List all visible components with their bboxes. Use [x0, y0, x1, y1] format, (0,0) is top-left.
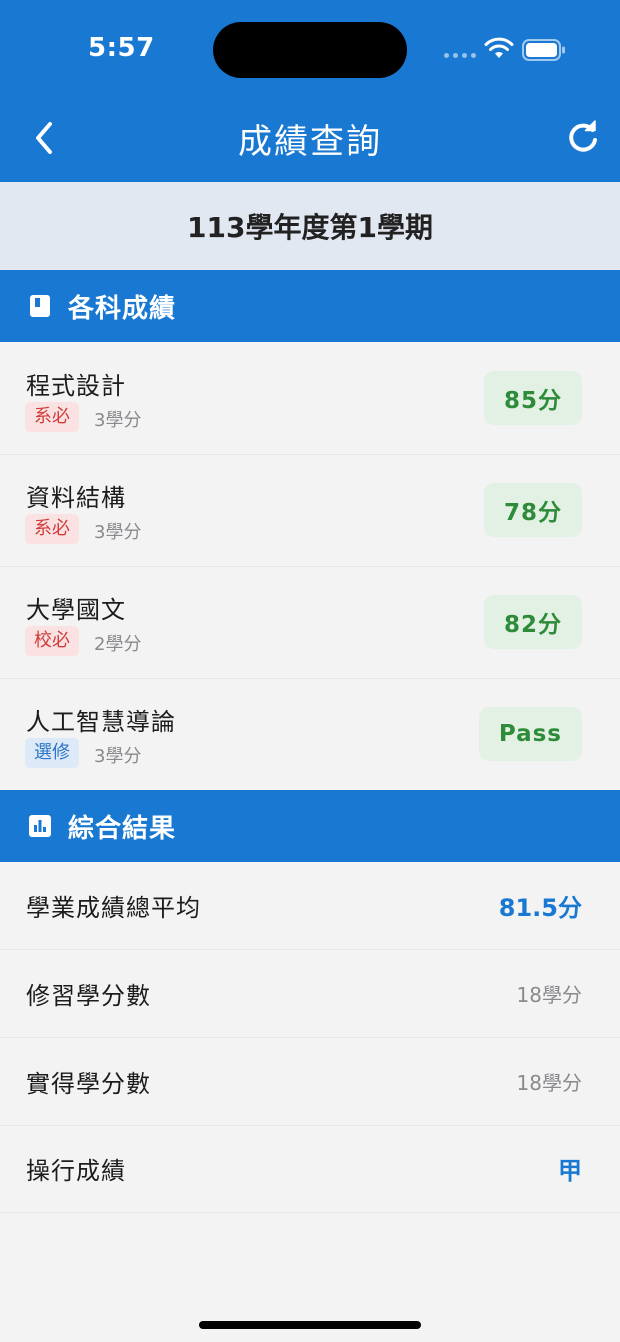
- course-row[interactable]: 大學國文 校必 2學分 82分: [0, 566, 620, 679]
- course-type-badge: 系必: [25, 514, 79, 544]
- summary-section-header: 綜合結果: [0, 790, 620, 862]
- refresh-icon[interactable]: [564, 118, 602, 158]
- course-name: 程式設計: [26, 372, 126, 400]
- section-title: 綜合結果: [68, 813, 177, 844]
- course-name: 資料結構: [26, 484, 126, 512]
- score-badge: 82分: [483, 595, 582, 649]
- course-type-badge: 系必: [25, 402, 79, 432]
- summary-row-conduct: 操行成績 甲: [0, 1125, 620, 1213]
- summary-value: 18學分: [516, 1071, 582, 1095]
- wifi-icon: [484, 37, 514, 58]
- signal-dots-icon: [444, 53, 476, 58]
- course-type-badge: 選修: [25, 738, 79, 768]
- summary-row-attempted-credits: 修習學分數 18學分: [0, 950, 620, 1038]
- status-time: 5:57: [88, 33, 155, 63]
- score-badge: Pass: [478, 707, 582, 761]
- course-row[interactable]: 程式設計 系必 3學分 85分: [0, 342, 620, 455]
- battery-icon: [522, 39, 565, 61]
- summary-label: 操行成績: [26, 1157, 126, 1185]
- course-credits: 3學分: [94, 746, 142, 767]
- score-badge: 78分: [483, 483, 582, 537]
- summary-value: 甲: [558, 1157, 582, 1185]
- page-title: 成績查詢: [238, 122, 382, 162]
- score-badge: 85分: [483, 371, 582, 425]
- summary-label: 學業成績總平均: [26, 894, 201, 922]
- app-header: 5:57 成績查詢: [0, 0, 620, 182]
- course-row[interactable]: 人工智慧導論 選修 3學分 Pass: [0, 678, 620, 790]
- courses-section-header: 各科成績: [0, 270, 620, 342]
- summary-row-average: 學業成績總平均 81.5分: [0, 862, 620, 950]
- course-credits: 2學分: [94, 634, 142, 655]
- book-icon: [30, 295, 50, 317]
- course-name: 大學國文: [26, 596, 126, 624]
- course-credits: 3學分: [94, 522, 142, 543]
- dynamic-island: [213, 22, 407, 78]
- home-indicator[interactable]: [199, 1321, 421, 1329]
- course-credits: 3學分: [94, 410, 142, 431]
- semester-bar: 113學年度第1學期: [0, 182, 620, 270]
- summary-value: 81.5分: [498, 894, 582, 922]
- course-name: 人工智慧導論: [26, 708, 176, 736]
- summary-label: 實得學分數: [26, 1070, 151, 1098]
- section-title: 各科成績: [68, 293, 177, 324]
- summary-row-earned-credits: 實得學分數 18學分: [0, 1038, 620, 1126]
- summary-label: 修習學分數: [26, 982, 151, 1010]
- course-type-badge: 校必: [25, 626, 79, 656]
- grades-screen: 5:57 成績查詢 113學年度第1學期 各科成績 程式設計 系必 3學分 85…: [0, 0, 620, 1342]
- summary-value: 18學分: [516, 983, 582, 1007]
- course-row[interactable]: 資料結構 系必 3學分 78分: [0, 454, 620, 567]
- bar-chart-icon: [29, 815, 51, 837]
